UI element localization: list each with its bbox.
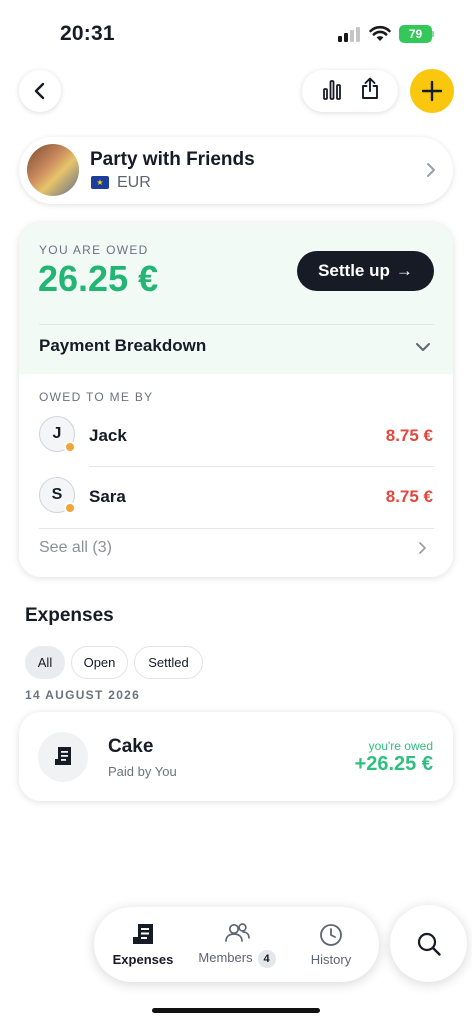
- debtor-name: Sara: [89, 487, 126, 506]
- members-count-badge: 4: [257, 950, 276, 968]
- members-icon: [225, 923, 250, 942]
- receipt-icon: [133, 923, 153, 944]
- bar-chart-icon: [322, 79, 341, 100]
- nav-members-label: Members: [198, 950, 253, 965]
- expense-name: Cake: [108, 736, 154, 757]
- nav-label: Members 4: [198, 950, 276, 968]
- owed-label: YOU ARE OWED: [39, 243, 149, 257]
- share-button[interactable]: [360, 77, 380, 105]
- stats-button[interactable]: [321, 78, 343, 105]
- receipt-icon: [55, 747, 71, 765]
- owed-amount: 26.25 €: [38, 258, 159, 299]
- expense-icon: [38, 732, 88, 782]
- nav-history[interactable]: History: [288, 907, 374, 982]
- back-button[interactable]: [19, 70, 61, 112]
- share-icon: [361, 77, 378, 99]
- expenses-title: Expenses: [25, 605, 114, 626]
- group-name: Party with Friends: [90, 149, 255, 170]
- filter-settled[interactable]: Settled: [134, 646, 203, 679]
- payment-breakdown-toggle[interactable]: Payment Breakdown: [39, 336, 206, 356]
- nav-label: Expenses: [112, 951, 174, 967]
- owed-by-label: OWED TO ME BY: [39, 390, 154, 404]
- chevron-right-icon[interactable]: [418, 541, 427, 560]
- debtor-row[interactable]: J Jack 8.75 €: [19, 413, 453, 467]
- see-all-link[interactable]: See all (3): [39, 539, 112, 557]
- chevron-down-icon[interactable]: [415, 339, 431, 357]
- battery-level: 79: [408, 27, 423, 41]
- add-expense-button[interactable]: [410, 69, 454, 113]
- group-avatar: [27, 144, 79, 196]
- nav-expenses[interactable]: Expenses: [100, 907, 186, 982]
- eu-flag-icon: ★: [91, 176, 109, 189]
- nav-members[interactable]: Members 4: [192, 907, 282, 982]
- avatar-initial: S: [51, 486, 63, 503]
- arrow-right-icon: →: [395, 261, 413, 280]
- debtor-name: Jack: [89, 426, 127, 445]
- home-indicator: [152, 1008, 320, 1013]
- debtor-amount: 8.75 €: [385, 487, 433, 506]
- divider: [39, 528, 434, 529]
- expense-status: you're owed: [368, 739, 433, 753]
- wifi-icon: [369, 25, 391, 47]
- search-icon: [417, 932, 441, 956]
- divider: [89, 466, 434, 467]
- plus-icon: [421, 80, 443, 102]
- expense-item[interactable]: Cake Paid by You you're owed +26.25 €: [19, 712, 453, 801]
- cellular-signal-icon: [338, 27, 362, 42]
- group-currency: EUR: [117, 174, 151, 191]
- header-tools: [302, 70, 398, 112]
- expense-amount: +26.25 €: [354, 753, 433, 775]
- expense-paid-by: Paid by You: [108, 764, 177, 779]
- battery-tip: [432, 31, 434, 37]
- balance-card: YOU ARE OWED 26.25 € Settle up → Payment…: [19, 223, 453, 577]
- status-time: 20:31: [60, 22, 115, 45]
- search-button[interactable]: [390, 905, 467, 982]
- avatar-initial: J: [52, 425, 62, 442]
- debtor-amount: 8.75 €: [385, 426, 433, 445]
- chevron-right-icon: [426, 162, 436, 183]
- battery-indicator: 79: [399, 25, 432, 43]
- debtor-row[interactable]: S Sara 8.75 €: [19, 474, 453, 528]
- group-card[interactable]: Party with Friends ★ EUR: [19, 137, 453, 204]
- filter-all[interactable]: All: [25, 646, 65, 679]
- clock-icon: [320, 923, 342, 946]
- currency-coin-icon: [64, 441, 76, 453]
- settle-up-button[interactable]: Settle up →: [297, 251, 434, 291]
- nav-label: History: [310, 951, 352, 967]
- date-header: 14 AUGUST 2026: [25, 688, 141, 702]
- chevron-left-icon: [34, 82, 45, 100]
- divider: [39, 324, 434, 325]
- currency-coin-icon: [64, 502, 76, 514]
- settle-up-label: Settle up: [318, 261, 390, 280]
- bottom-nav: Expenses Members 4 History: [94, 907, 379, 982]
- filter-open[interactable]: Open: [71, 646, 128, 679]
